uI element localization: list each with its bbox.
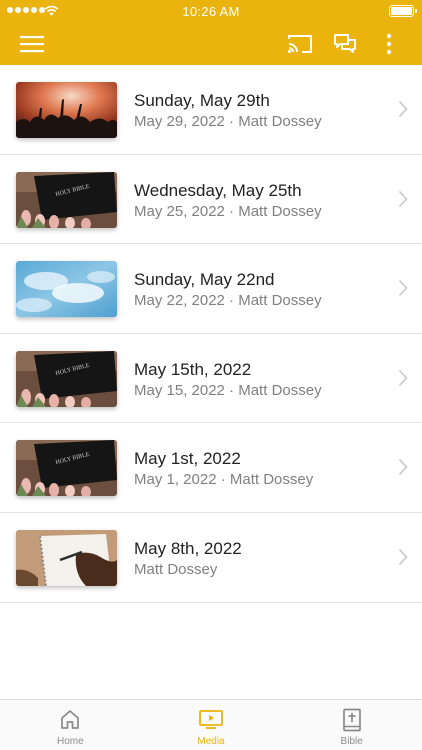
tab-media-label: Media — [197, 736, 225, 747]
chevron-right-icon — [398, 459, 408, 476]
media-list-item[interactable]: HOLY BIBLE May 15th, 2022 May 15, 2022 ·… — [0, 334, 422, 424]
holy-bible-tulips-image: HOLY BIBLE — [16, 440, 117, 497]
holy-bible-tulips-image: HOLY BIBLE — [16, 350, 117, 407]
media-list-item[interactable]: Sunday, May 29th May 29, 2022 · Matt Dos… — [0, 65, 422, 155]
media-item-subtitle: May 15, 2022 · Matt Dossey — [134, 381, 322, 399]
chevron-right-icon — [398, 190, 408, 207]
tab-media[interactable]: Media — [141, 700, 282, 750]
media-item-subtitle: May 22, 2022 · Matt Dossey — [134, 292, 322, 310]
chat-bubbles-icon — [334, 33, 356, 53]
status-time: 10:26 AM — [182, 4, 240, 19]
chat-button[interactable] — [325, 22, 365, 65]
tab-bible-label: Bible — [340, 736, 363, 747]
media-item-subtitle: May 29, 2022 · Matt Dossey — [134, 113, 322, 130]
media-item-title: May 15th, 2022 — [134, 359, 252, 379]
chevron-right-icon — [398, 100, 408, 118]
cast-button[interactable] — [280, 22, 320, 65]
more-vertical-icon — [386, 33, 392, 54]
status-bar: 10:26 AM — [0, 0, 422, 22]
media-item-title: May 8th, 2022 — [134, 538, 242, 558]
tab-home[interactable]: Home — [0, 700, 141, 750]
home-icon — [61, 710, 80, 729]
media-item-title: Sunday, May 22nd — [134, 270, 275, 290]
media-item-subtitle: May 25, 2022 · Matt Dossey — [134, 202, 322, 220]
media-list-item[interactable]: HOLY BIBLE May 1st, 2022 May 1, 2022 · M… — [0, 423, 422, 513]
chevron-right-icon — [398, 369, 408, 386]
chevron-right-icon — [398, 280, 408, 297]
cast-icon — [288, 34, 312, 53]
media-list-item[interactable]: May 8th, 2022 Matt Dossey — [0, 513, 422, 603]
tv-play-icon — [199, 710, 223, 729]
app-bar — [0, 22, 422, 65]
blue-sky-clouds-image — [16, 261, 117, 318]
holy-bible-tulips-image: HOLY BIBLE — [16, 171, 117, 228]
media-list-item[interactable]: Sunday, May 22nd May 22, 2022 · Matt Dos… — [0, 244, 422, 334]
tab-home-label: Home — [56, 736, 84, 747]
bottom-tab-bar: Home Media Bible — [0, 699, 422, 750]
writing-notebook-image — [16, 529, 117, 586]
media-item-subtitle: May 1, 2022 · Matt Dossey — [134, 471, 314, 489]
chevron-right-icon — [398, 548, 408, 566]
media-item-title: Sunday, May 29th — [134, 91, 270, 110]
media-list: Sunday, May 29th May 29, 2022 · Matt Dos… — [0, 65, 422, 603]
menu-button[interactable] — [12, 22, 52, 65]
battery-icon — [389, 5, 417, 17]
hamburger-menu-icon — [20, 35, 44, 52]
more-options-button[interactable] — [369, 22, 409, 65]
media-item-title: May 1st, 2022 — [134, 449, 241, 469]
media-list-item[interactable]: HOLY BIBLE Wednesday, May 25th May 25, 2… — [0, 155, 422, 245]
media-item-subtitle: Matt Dossey — [134, 560, 218, 578]
bible-cross-icon — [342, 708, 361, 732]
tab-bible[interactable]: Bible — [281, 700, 422, 750]
worship-concert-image — [16, 82, 117, 138]
media-item-title: Wednesday, May 25th — [134, 180, 302, 200]
